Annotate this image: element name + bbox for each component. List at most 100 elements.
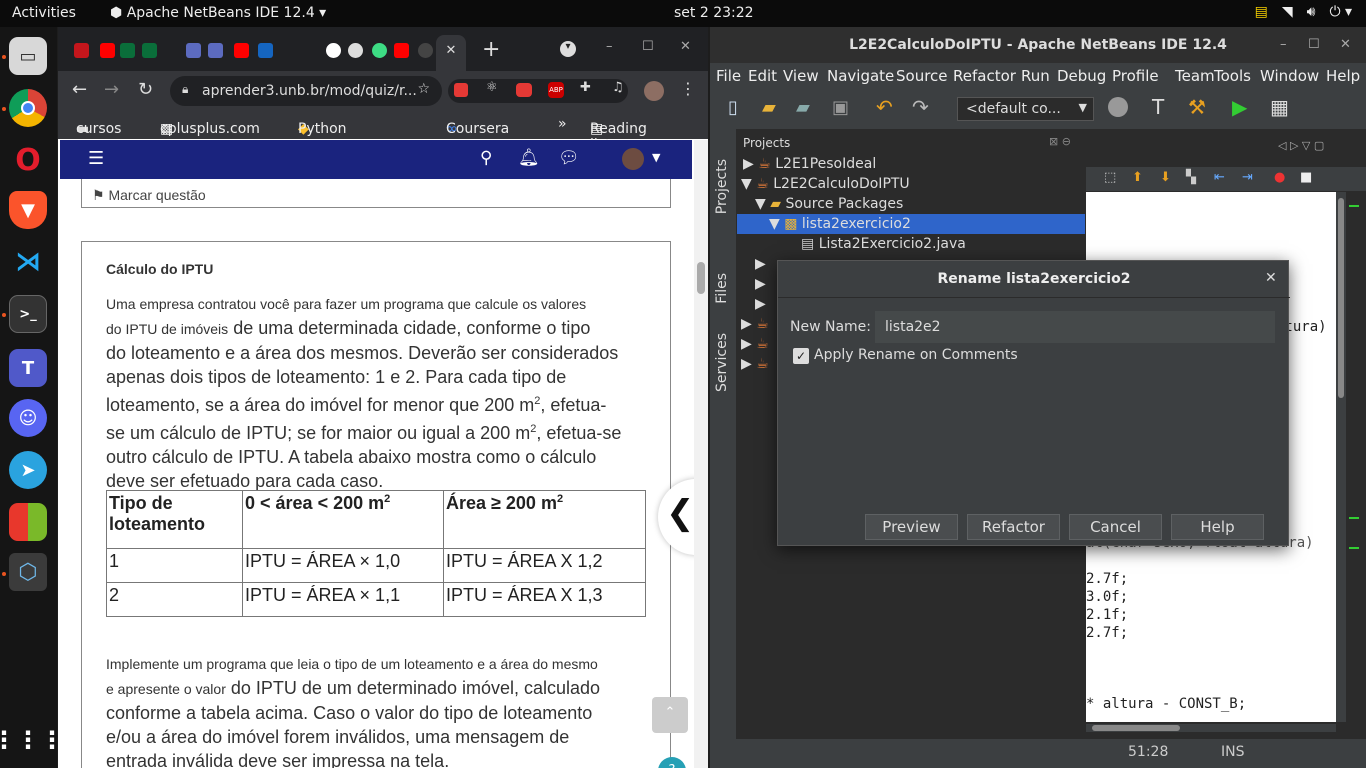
menu-help[interactable]: Help xyxy=(1326,67,1360,85)
discord-icon[interactable]: ☺ xyxy=(9,399,47,437)
menu-team[interactable]: Team xyxy=(1175,67,1215,85)
tree-item-project-1[interactable]: ▶ ☕︎ L2E1PesoIdeal xyxy=(743,156,876,172)
tab-search-icon[interactable]: ▾ xyxy=(560,41,576,57)
cancel-button[interactable]: Cancel xyxy=(1069,514,1162,540)
back-to-top-button[interactable]: ⌃ xyxy=(652,697,688,733)
forward-icon[interactable]: → xyxy=(104,79,119,100)
flag-question[interactable]: ⚑ Marcar questão xyxy=(92,187,206,204)
search-icon[interactable]: ⚲ xyxy=(480,148,492,168)
tab-icon-o[interactable] xyxy=(326,43,341,58)
bell-icon[interactable]: 🔔︎ xyxy=(518,148,540,168)
editor-scroll-thumb[interactable] xyxy=(1338,198,1344,398)
tab-services[interactable]: Services xyxy=(714,333,730,392)
notes-icon[interactable]: ▤ xyxy=(1255,4,1268,20)
editor-vscroll[interactable] xyxy=(1336,192,1346,722)
minimize-icon[interactable]: – xyxy=(606,39,613,54)
tab-projects[interactable]: Projects xyxy=(714,159,730,214)
tab-icon-youtube[interactable] xyxy=(100,43,115,58)
record-macro-icon[interactable]: ● xyxy=(1274,170,1285,185)
tree-item-collapsed[interactable]: ▶ ☕︎ xyxy=(741,336,769,352)
tab-icon-youtube2[interactable] xyxy=(234,43,249,58)
profile-avatar[interactable] xyxy=(644,81,664,101)
tab-icon-cpp2[interactable] xyxy=(208,43,223,58)
menu-navigate[interactable]: Navigate xyxy=(827,67,894,85)
activities-button[interactable]: Activities xyxy=(12,5,76,21)
tree-item-collapsed[interactable]: ▶ xyxy=(755,276,766,292)
system-tray[interactable]: ▤ ◥ 🔊︎ ⏻ ▾ xyxy=(1255,4,1352,20)
editor-tool-icon[interactable]: ⬇ xyxy=(1160,170,1171,185)
office-icon[interactable] xyxy=(9,503,47,541)
close-project-icon[interactable]: ▣ xyxy=(832,97,849,118)
tree-item-package[interactable]: ▼ ▩ lista2exercicio2 xyxy=(737,214,1085,234)
more-menu-icon[interactable]: ⋮ xyxy=(680,79,696,98)
app-menu[interactable]: ⬢ Apache NetBeans IDE 12.4 ▾ xyxy=(110,5,326,21)
ext-icon-abp[interactable]: ABP xyxy=(548,82,564,98)
build-icon[interactable]: T xyxy=(1152,95,1164,119)
tab-icon-w[interactable] xyxy=(120,43,135,58)
netbeans-icon[interactable]: ⬡ xyxy=(9,553,47,591)
open-project-icon[interactable]: ▰ xyxy=(796,97,810,118)
tree-item-java-file[interactable]: ▤ Lista2Exercicio2.java xyxy=(801,236,966,252)
bookmark-star-icon[interactable]: ☆ xyxy=(417,81,430,97)
page-scrollbar[interactable] xyxy=(694,140,708,768)
error-stripe[interactable] xyxy=(1348,192,1360,722)
menu-refactor[interactable]: Refactor xyxy=(953,67,1016,85)
debug-icon[interactable]: ▦ xyxy=(1270,95,1289,119)
new-project-icon[interactable]: ▰ xyxy=(762,97,776,118)
vscode-icon[interactable]: ⋊ xyxy=(9,243,47,281)
editor-tool-icon[interactable]: ⇤ xyxy=(1214,170,1225,185)
tree-item-collapsed[interactable]: ▶ xyxy=(755,256,766,272)
editor-tool-icon[interactable]: ⬚ xyxy=(1104,170,1116,185)
extensions-puzzle-icon[interactable]: ✚ xyxy=(580,80,591,95)
nb-maximize-icon[interactable]: ☐ xyxy=(1308,37,1320,52)
user-avatar[interactable] xyxy=(622,148,644,170)
new-file-icon[interactable]: ▯ xyxy=(728,97,738,118)
chat-icon[interactable]: 💬︎ xyxy=(558,148,580,168)
back-icon[interactable]: ← xyxy=(72,79,87,100)
tree-item-source-packages[interactable]: ▼ ▰ Source Packages xyxy=(755,196,903,212)
dialog-close-icon[interactable]: ✕ xyxy=(1265,270,1277,286)
chrome-icon[interactable] xyxy=(9,89,47,127)
tree-item-collapsed[interactable]: ▶ xyxy=(755,296,766,312)
address-bar[interactable]: 🔒︎ aprender3.unb.br/mod/quiz/r... ☆ xyxy=(170,76,442,106)
editor-tool-icon[interactable]: ⇥ xyxy=(1242,170,1253,185)
tab-icon-opera[interactable] xyxy=(74,43,89,58)
reload-icon[interactable]: ↻ xyxy=(138,79,153,100)
stop-macro-icon[interactable]: ■ xyxy=(1300,170,1312,185)
menu-window[interactable]: Window xyxy=(1260,67,1319,85)
tab-icon-cpp[interactable] xyxy=(186,43,201,58)
nb-close-icon[interactable]: ✕ xyxy=(1340,37,1351,52)
new-tab-button[interactable]: + xyxy=(482,37,500,62)
show-apps-icon[interactable]: ⋮⋮⋮ xyxy=(0,721,64,759)
opera-icon[interactable]: O xyxy=(9,141,47,179)
menu-view[interactable]: View xyxy=(783,67,819,85)
ext-icon-youtube[interactable] xyxy=(516,83,532,97)
menu-source[interactable]: Source xyxy=(896,67,948,85)
globe-icon[interactable] xyxy=(1108,97,1128,117)
editor-tool-icon[interactable]: ⬆ xyxy=(1132,170,1143,185)
tab-files[interactable]: Files xyxy=(714,273,730,304)
refactor-button[interactable]: Refactor xyxy=(967,514,1060,540)
telegram-icon[interactable]: ➤ xyxy=(9,451,47,489)
terminal-icon[interactable]: >_ xyxy=(9,295,47,333)
help-button[interactable]: Help xyxy=(1171,514,1264,540)
user-menu-caret[interactable]: ▼ xyxy=(652,151,660,164)
apply-rename-label[interactable]: Apply Rename on Comments xyxy=(814,347,1018,363)
hamburger-icon[interactable]: ☰ xyxy=(88,148,104,169)
tree-item-collapsed[interactable]: ▶ ☕︎ xyxy=(741,356,769,372)
clock[interactable]: set 2 23:22 xyxy=(674,5,754,21)
new-name-field[interactable] xyxy=(875,311,1275,343)
tab-icon-android[interactable] xyxy=(372,43,387,58)
menu-debug[interactable]: Debug xyxy=(1057,67,1106,85)
maximize-icon[interactable]: ☐ xyxy=(642,39,654,54)
preview-button[interactable]: Preview xyxy=(865,514,958,540)
menu-profile[interactable]: Profile xyxy=(1112,67,1159,85)
clean-build-icon[interactable]: ⚒ xyxy=(1188,95,1206,119)
menu-file[interactable]: File xyxy=(716,67,741,85)
tab-icon-globe[interactable] xyxy=(348,43,363,58)
menu-edit[interactable]: Edit xyxy=(748,67,777,85)
menu-tools[interactable]: Tools xyxy=(1214,67,1251,85)
tab-icon-github[interactable] xyxy=(418,43,433,58)
ext-icon-1[interactable] xyxy=(454,83,468,97)
scroll-thumb[interactable] xyxy=(697,262,705,294)
